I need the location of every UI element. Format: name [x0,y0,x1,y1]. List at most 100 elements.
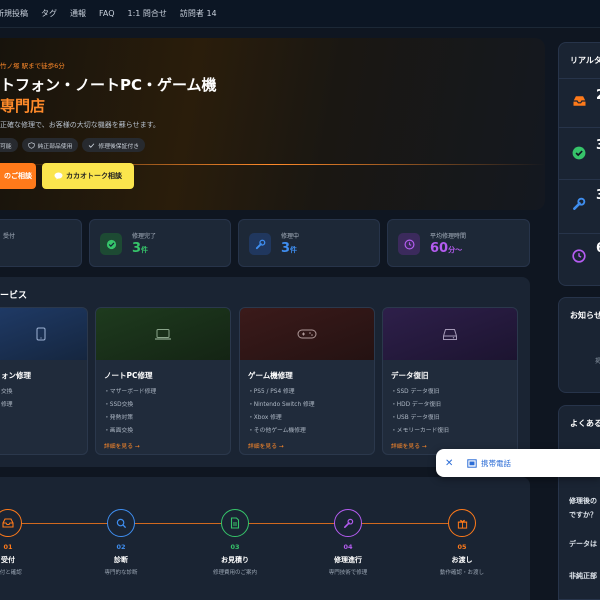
check-circle-icon [572,146,586,160]
mobile-phone-popup[interactable]: ✕ 携帯電話 [436,449,600,477]
service-card-laptop[interactable]: ノートPC修理 ・マザーボード修理 ・SSD交換 ・発熱対策 ・画面交換 詳細を… [95,307,231,455]
realtime-count: 2 [596,88,600,103]
gift-icon [448,509,476,537]
service-card-phone[interactable]: ォン修理 交換 修理 [0,307,88,455]
process-step-reception: 01 受付 受付と確認 [0,509,48,576]
service-list-item: ・USB データ復旧 [391,415,440,421]
service-list-item: 交換 [1,389,13,395]
wrench-icon [249,233,271,255]
divider [559,233,600,234]
service-list-item: ・Nintendo Switch 修理 [248,402,315,408]
faq-item[interactable]: データは [569,539,597,549]
step-desc: 修理費用のご案内 [212,570,257,576]
hero-tags: 可能 純正部品使用 修理後保証付き [0,138,145,152]
process-step-delivery: 05 お渡し 動作確認・お渡し [422,509,502,576]
step-title: 診断 [114,556,128,564]
faq-item[interactable]: 非純正部 [569,571,597,581]
hero-title-line2: 専門店 [0,97,46,115]
service-list-item: ・メモリーカード復旧 [391,428,449,434]
inbox-icon [573,96,586,106]
kakao-consult-button[interactable]: カカオトーク相談 [42,163,134,189]
stat-card-avg-time: 平均修理時間 60分〜 [387,219,530,267]
realtime-count: 3 [596,188,600,203]
stat-card-received: 受付 [0,219,82,267]
step-title: 受付 [1,556,15,564]
clock-icon [398,233,420,255]
hero-tag-label: 純正部品使用 [37,143,73,150]
nav-tags[interactable]: タグ [41,8,57,19]
service-list-item: 修理 [1,402,13,408]
step-desc: 専門技術で修理 [328,570,368,576]
hero-location: 竹ノ塚 駅まで徒歩6分 [0,62,65,70]
hero-tag: 可能 [0,138,18,152]
hero-tag: 純正部品使用 [21,138,79,152]
nav-visitors: 訪問者 14 [179,9,217,18]
service-list-item: ・PS5 / PS4 修理 [248,389,295,395]
notice-panel: お知らせ 掲 [558,297,600,393]
process-step-estimate: 03 お見積り 修理費用のご案内 [195,509,275,576]
hero-tag: 修理後保証付き [82,138,145,152]
smartphone-icon [36,327,46,341]
popup-label: 携帯電話 [481,458,511,468]
stat-label: 平均修理時間 [430,233,467,240]
laptop-icon [155,328,171,340]
step-number: 01 [3,543,13,551]
faq-title: よくある [570,419,600,428]
service-card-data-recovery[interactable]: データ復旧 ・SSD データ復旧 ・HDD データ復旧 ・USB データ復旧 ・… [382,307,518,455]
step-title: 修理進行 [334,556,362,564]
service-list-item: ・マザーボード修理 [104,389,157,395]
check-circle-icon [100,233,122,255]
service-list: ・マザーボード修理 ・SSD交換 ・発熱対策 ・画面交換 [104,386,156,438]
wrench-icon [573,197,586,210]
kakao-button-label: カカオトーク相談 [66,172,122,180]
search-icon [107,509,135,537]
faq-item-continued[interactable]: ですか？ [569,510,597,520]
service-list-item: ・発熱対策 [104,415,133,421]
service-list: 交換 修理 [1,386,13,412]
step-number: 04 [343,543,353,551]
nav-new-post[interactable]: 新規投稿 [0,8,28,19]
realtime-count: 3 [596,138,600,153]
service-name: データ復旧 [391,371,429,380]
hero-description: 正確な修理で、お客様の大切な機器を蘇らせます。 [0,121,160,129]
hero-tag-label: 可能 [0,143,12,150]
stat-label: 修理中 [281,233,300,240]
step-desc: 動作確認・お渡し [439,570,484,576]
gamepad-icon [297,329,317,339]
nav-report[interactable]: 通報 [70,8,86,19]
faq-item[interactable]: 修理後の [569,496,597,506]
nav-faq[interactable]: FAQ [99,9,115,18]
step-desc: 専門的な診断 [104,570,138,576]
service-list-item: ・HDD データ復旧 [391,402,441,408]
clock-icon [572,249,586,263]
realtime-count: 6 [596,241,600,256]
service-details-link[interactable]: 詳細を見る → [391,441,427,450]
nav-inquiry[interactable]: 1:1 問合せ [128,8,167,19]
service-list: ・SSD データ復旧 ・HDD データ復旧 ・USB データ復旧 ・メモリーカー… [391,386,449,438]
service-list-item: ・Xbox 修理 [248,415,282,421]
consult-button[interactable]: のご相談 [0,163,36,189]
divider [559,179,600,180]
service-card-game[interactable]: ゲーム機修理 ・PS5 / PS4 修理 ・Nintendo Switch 修理… [239,307,375,455]
realtime-title: リアルタ [570,56,600,65]
service-thumb [240,308,374,360]
service-details-link[interactable]: 詳細を見る → [104,441,140,450]
stat-card-completed: 修理完了 3件 [89,219,231,267]
faq-panel: よくある 修理後の ですか？ データは 非純正部 [558,405,600,600]
service-list-item: ・画面交換 [104,428,133,434]
notice-title: お知らせ [570,311,600,320]
phone-card-icon [467,458,477,468]
divider [559,127,600,128]
step-number: 05 [457,543,467,551]
chat-bubble-icon [54,172,63,180]
close-icon[interactable]: ✕ [445,458,457,469]
stat-card-in-progress: 修理中 3件 [238,219,380,267]
service-details-link[interactable]: 詳細を見る → [248,441,284,450]
step-title: お渡し [451,556,473,564]
top-nav: 新規投稿 タグ 通報 FAQ 1:1 問合せ 訪問者 14 [0,0,600,28]
step-desc: 受付と確認 [0,570,22,576]
hero-tag-label: 修理後保証付き [98,143,139,150]
services-title: ービス [0,291,28,301]
hard-drive-icon [443,328,457,340]
service-list-item: ・SSD交換 [104,402,134,408]
